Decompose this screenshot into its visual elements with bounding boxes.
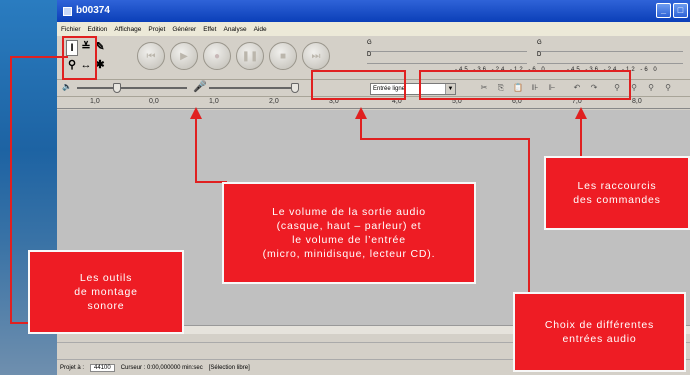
shortcuts-highlight-box [419, 70, 631, 100]
skip-end-button[interactable]: ⏭ [302, 42, 330, 70]
tools-connector [10, 56, 12, 324]
arrow-up-icon [190, 107, 202, 119]
menu-effet[interactable]: Effet [203, 26, 216, 33]
record-meter-right: D [537, 52, 683, 64]
input-select-highlight-box [311, 70, 406, 100]
volume-callout: Le volume de la sortie audio (casque, ha… [222, 182, 476, 284]
record-meter-d-label: D [537, 52, 542, 58]
menu-aide[interactable]: Aide [254, 26, 267, 33]
shortcuts-callout: Les raccourcis des commandes [544, 156, 690, 230]
menu-affichage[interactable]: Affichage [114, 26, 141, 33]
project-rate-field[interactable]: 44100 [90, 363, 115, 372]
app-icon [63, 6, 72, 16]
output-volume-slider[interactable] [77, 87, 187, 89]
record-meter: G D -45 -36 -24 -12 -6 0 [537, 38, 687, 73]
menu-analyse[interactable]: Analyse [223, 26, 246, 33]
minimize-button[interactable]: _ [656, 3, 671, 18]
maximize-button[interactable]: □ [673, 3, 688, 18]
tools-connector [10, 322, 30, 324]
meter-right-channel: D [367, 52, 527, 64]
mixer-toolbar: 🔈 🎤 [59, 80, 299, 95]
arrow-up-icon [575, 107, 587, 119]
playback-meter: G D -45 -36 -24 -12 -6 0 [367, 38, 545, 73]
output-volume-knob[interactable] [113, 83, 121, 93]
selection-mode: [Sélection libre] [208, 364, 250, 371]
transport-toolbar: ⏮ ▶ ● ❚❚ ■ ⏭ [137, 42, 330, 70]
shortcuts-connector [580, 118, 582, 158]
input-volume-slider[interactable] [209, 87, 299, 89]
input-connector [360, 118, 362, 140]
tools-callout: Les outils de montage sonore [28, 250, 184, 334]
input-volume-knob[interactable] [291, 83, 299, 93]
arrow-up-icon [355, 107, 367, 119]
microphone-icon: 🎤 [193, 81, 207, 93]
ruler-tick: 1,0 [90, 98, 100, 105]
inputs-callout: Choix de différentes entrées audio [513, 292, 686, 372]
record-meter-g-label: G [537, 40, 542, 46]
fit-project-icon[interactable]: ⚲ [661, 82, 675, 94]
tools-highlight-box [62, 36, 97, 80]
project-rate-label: Projet à : [60, 364, 85, 371]
cursor-position: Curseur : 0:00,000000 min:sec [120, 364, 203, 371]
pause-button[interactable]: ❚❚ [236, 42, 264, 70]
ruler-tick: 0,0 [149, 98, 159, 105]
input-connector [360, 138, 530, 140]
menu-generer[interactable]: Générer [172, 26, 196, 33]
ruler-tick: 1,0 [209, 98, 219, 105]
fit-selection-icon[interactable]: ⚲ [644, 82, 658, 94]
meter-d-label: D [367, 52, 372, 58]
record-button[interactable]: ● [203, 42, 231, 70]
window-title: b00374 [76, 5, 110, 16]
ruler-tick: 2,0 [269, 98, 279, 105]
play-button[interactable]: ▶ [170, 42, 198, 70]
speaker-icon: 🔈 [62, 82, 72, 91]
volume-connector [195, 118, 197, 183]
title-bar: b00374 _ □ [57, 0, 690, 22]
stop-button[interactable]: ■ [269, 42, 297, 70]
tools-connector [10, 56, 62, 58]
menu-edition[interactable]: Edition [88, 26, 108, 33]
menu-fichier[interactable]: Fichier [61, 26, 81, 33]
skip-start-button[interactable]: ⏮ [137, 42, 165, 70]
menu-bar: Fichier Edition Affichage Projet Générer… [57, 22, 690, 36]
input-connector [528, 138, 530, 293]
meter-g-label: G [367, 40, 372, 46]
ruler-tick: 8,0 [632, 98, 642, 105]
menu-projet[interactable]: Projet [148, 26, 165, 33]
record-meter-left: G [537, 40, 683, 52]
meter-left-channel: G [367, 40, 527, 52]
